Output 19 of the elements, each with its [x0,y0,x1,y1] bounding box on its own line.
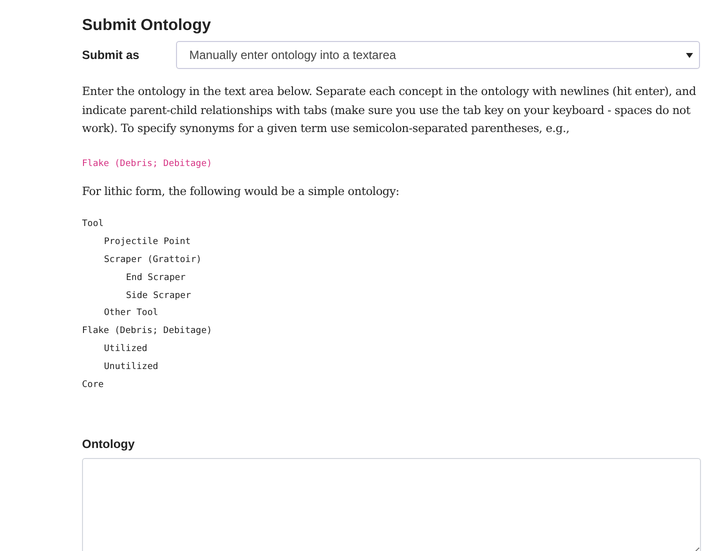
ontology-term: Other Tool [104,308,158,318]
ontology-term: End Scraper [126,272,186,283]
ontology-term: Utilized [104,344,148,354]
ontology-term: Projectile Point [104,236,191,247]
ontology-term: Scraper (Grattoir) [104,254,202,265]
ontology-term: Flake (Debris; Debitage) [82,326,212,336]
page-title: Submit Ontology [82,17,212,35]
ontology-input-field[interactable] [82,458,701,551]
ontology-term: Unutilized [104,362,158,372]
ontology-term: Core [82,380,104,390]
synonym-example: Flake (Debris; Debitage) [82,158,214,168]
ontology-term: Side Scraper [126,290,192,301]
instructions-text: Enter the ontology in the text area below. Separate each concept in the ontology with newlines (hit enter), and indicate parent-child relationships with tabs (make sure you use the tab key on your keyboard - spaces do not work). To specify synonyms for a given term use semicolon-separated parentheses, e.g., [82,84,698,137]
submit-as-label: Submit as [82,48,140,62]
ontology-label: Ontology [82,436,136,451]
example-intro-text: For lithic form, the following would be a simple ontology: [82,184,400,200]
submit-type-dropdown[interactable]: Manually enter ontology into a textarea [176,41,700,69]
caret-icon [686,52,693,58]
ontology-term: Tool [82,219,104,229]
